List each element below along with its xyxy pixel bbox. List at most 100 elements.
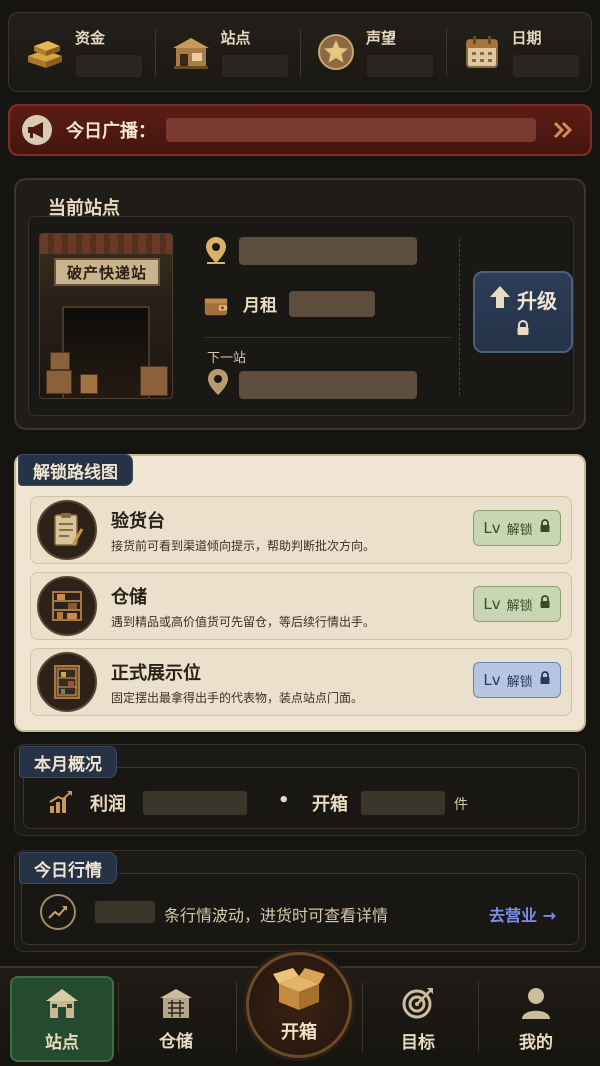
funds-value [75,53,143,78]
shop-box [80,374,98,394]
nav-goals[interactable]: 目标 [366,976,470,1062]
dashed-divider [459,239,460,395]
roadmap-item-title: 正式展示位 [111,663,201,684]
unlock-label: 解锁 [506,674,533,690]
display-cabinet-icon [37,652,97,712]
roadmap-item-inspection[interactable]: 验货台 接货前可看到渠道倾向提示，帮助判断批次方向。 Lv 解锁 [30,496,572,564]
nav-label: 开箱 [281,1022,317,1043]
nav-label: 仓储 [159,1031,193,1052]
nav-me[interactable]: 我的 [484,976,588,1062]
warehouse-icon [158,987,194,1023]
shop-box [140,366,168,396]
stats-bar: 资金 站点 声望 日期 [8,12,592,92]
double-chevron-right-icon[interactable] [548,118,578,142]
home-icon [43,986,81,1024]
today-market-panel: 今日行情 条行情波动，进货时可查看详情 去营业 → [14,850,586,952]
roadmap-item-display[interactable]: 正式展示位 固定摆出最拿得出手的代表物，装点站点门面。 Lv 解锁 [30,648,572,716]
divider [205,337,451,338]
location-pin-icon [203,235,229,265]
market-title: 今日行情 [19,852,117,884]
reputation-value [366,53,434,78]
nav-label: 站点 [45,1032,79,1053]
stat-label: 声望 [366,28,397,47]
stat-label: 日期 [511,28,542,47]
user-icon [520,986,552,1024]
bottom-nav: 站点 仓储 开箱 目标 我的 [0,952,600,1066]
shop-roof [40,234,172,254]
unlock-button[interactable]: Lv 解锁 [473,586,561,622]
shop-box [46,370,72,394]
rent-label: 月租 [243,296,277,316]
profit-value [142,790,248,816]
megaphone-icon [22,115,52,145]
next-station-value [239,371,417,399]
market-text: 条行情波动，进货时可查看详情 [164,906,389,925]
nav-divider [236,982,237,1052]
roadmap-item-title: 验货台 [111,511,165,532]
nav-label: 我的 [519,1032,553,1053]
lock-icon [516,319,530,340]
date-value [511,53,580,78]
unlock-button[interactable]: Lv 解锁 [473,662,561,698]
nav-divider [362,982,363,1052]
month-title: 本月概况 [19,746,117,778]
station-location-value [239,237,417,265]
open-box-icon [271,966,327,1016]
stat-date[interactable]: 日期 [445,22,592,82]
star-badge-icon [314,30,358,74]
lock-icon [539,671,551,689]
nav-station[interactable]: 站点 [10,976,114,1062]
shop-sign: 破产快递站 [54,258,160,286]
month-summary-panel: 本月概况 利润 • 开箱 件 [14,744,586,836]
lock-icon [539,519,551,537]
market-count-value [94,900,156,924]
unlock-roadmap-panel: 解锁路线图 验货台 接货前可看到渠道倾向提示，帮助判断批次方向。 Lv 解锁 仓… [14,454,586,732]
stat-label: 资金 [75,28,106,47]
shop-icon [169,30,213,74]
stat-station[interactable]: 站点 [154,22,301,82]
lock-icon [539,595,551,613]
open-box-label: 开箱 [312,794,348,815]
roadmap-item-storage[interactable]: 仓储 遇到精品或高价值货可先留仓，等后续行情出手。 Lv 解锁 [30,572,572,640]
open-box-value [360,790,446,816]
shelf-icon [37,576,97,636]
next-station-label: 下一站 [207,351,247,366]
stat-funds[interactable]: 资金 [9,22,155,82]
nav-open-box[interactable]: 开箱 [246,952,352,1058]
lv-label: Lv [483,519,501,537]
stat-reputation[interactable]: 声望 [300,22,446,82]
roadmap-item-title: 仓储 [111,587,147,608]
station-shop-image: 破产快递站 [39,233,173,399]
target-icon [401,986,435,1024]
lv-label: Lv [483,671,501,689]
broadcast-message [166,118,536,142]
unlock-button[interactable]: Lv 解锁 [473,510,561,546]
nav-divider [118,982,119,1052]
rent-value [289,291,375,317]
unlock-label: 解锁 [506,598,533,614]
upgrade-label: 升级 [517,288,557,313]
shop-door [62,306,150,398]
nav-label: 目标 [401,1032,435,1053]
count-unit: 件 [454,797,468,813]
gold-bars-icon [23,30,67,74]
upgrade-button[interactable]: 升级 [473,271,573,353]
separator-dot: • [278,790,290,811]
nav-storage[interactable]: 仓储 [124,976,228,1062]
unlock-label: 解锁 [506,522,533,538]
station-value [220,53,289,78]
station-card: 破产快递站 月租 下一站 升级 [28,216,574,416]
profit-label: 利润 [90,794,126,815]
lv-label: Lv [483,595,501,613]
current-station-panel: 当前站点 破产快递站 月租 下一站 升级 [14,178,586,430]
stat-label: 站点 [220,28,251,47]
wallet-icon [203,291,229,321]
trend-up-icon [40,894,76,930]
daily-broadcast[interactable]: 今日广播： [8,104,592,156]
go-business-link[interactable]: 去营业 → [489,902,556,926]
nav-divider [478,982,479,1052]
roadmap-item-desc: 固定摆出最拿得出手的代表物，装点站点门面。 [111,691,364,705]
shop-box [50,352,70,370]
broadcast-label: 今日广播： [66,121,156,142]
bar-chart-icon [48,790,74,818]
